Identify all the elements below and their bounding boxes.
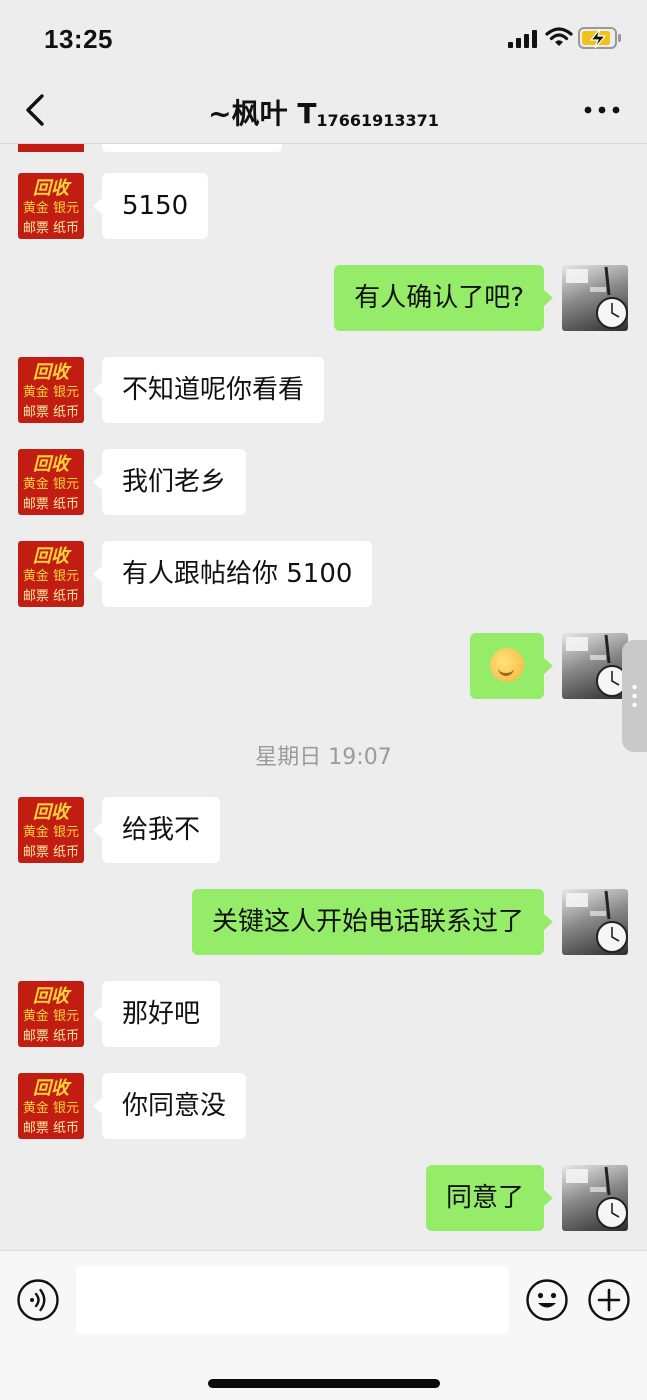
self-avatar-image [566,634,628,697]
more-icon[interactable] [582,100,622,120]
self-avatar-image [566,1166,628,1229]
avatar-text-mid: 黄金 银元 [22,477,80,492]
self-avatar[interactable] [562,265,628,331]
outgoing-message-bubble[interactable]: 有人确认了吧? [334,265,553,331]
chat-area[interactable]: 回收 黄金 银元 邮票 纸币 5150 有人确认了吧? 回收 黄金 银元 邮票 纸币 不知道呢你… [0,144,647,1250]
message-text: 有人确认了吧? [354,283,524,313]
contact-avatar[interactable]: 回收 黄金 银元 邮票 纸币 [18,357,84,423]
signal-icon [508,30,537,48]
home-indicator [208,1379,440,1388]
contact-avatar[interactable]: 回收 黄金 银元 邮票 纸币 [18,173,84,239]
battery-charging-icon [578,27,621,49]
avatar-text-bot: 邮票 纸币 [22,845,80,860]
avatar-text-mid: 黄金 银元 [22,1009,80,1024]
contact-avatar[interactable]: 回收 黄金 银元 邮票 纸币 [18,797,84,863]
incoming-message-bubble[interactable]: 你同意没 [92,1073,247,1139]
incoming-message-bubble[interactable]: 我们老乡 [92,449,247,515]
contact-avatar[interactable]: 回收 黄金 银元 邮票 纸币 [18,541,84,607]
avatar-text-bot: 邮票 纸币 [22,1121,80,1136]
avatar-text-mid: 黄金 银元 [22,825,80,840]
chat-title: ~枫叶 T17661913371 [0,92,647,132]
outgoing-message-bubble[interactable]: 关键这人开始电话联系过了 [191,889,554,955]
outgoing-message-bubble[interactable] [470,633,553,699]
avatar-text-mid: 黄金 银元 [22,1101,80,1116]
message-text: 关键这人开始电话联系过了 [211,907,524,937]
status-time: 13:25 [44,24,113,54]
chat-title-name: ~枫叶 T [208,97,317,130]
input-bar [0,1250,647,1400]
message-text: 你同意没 [122,1091,227,1121]
self-avatar-image [566,266,628,329]
message-text: 那好吧 [122,999,201,1029]
emoji-face-icon [490,647,524,682]
handle-dots-icon [632,684,637,708]
avatar-partial [18,144,84,152]
message-text: 不知道呢你看看 [122,375,305,405]
wifi-icon [545,27,573,46]
message-text: 5150 [122,191,189,221]
message-text: 同意了 [445,1183,524,1213]
avatar-text-bot: 邮票 纸币 [22,405,80,420]
chat-title-phone: 17661913371 [316,111,439,130]
time-stamp: 星期日 19:07 [255,745,392,770]
message-text: 有人跟帖给你 5100 [122,559,353,589]
contact-avatar[interactable]: 回收 黄金 银元 邮票 纸币 [18,981,84,1047]
avatar-text-bot: 邮票 纸币 [22,1029,80,1044]
self-avatar[interactable] [562,633,628,699]
side-handle[interactable] [622,640,647,752]
self-avatar[interactable] [562,1165,628,1231]
outgoing-message-bubble[interactable]: 同意了 [425,1165,554,1231]
self-avatar-image [566,890,628,953]
plus-icon[interactable] [588,1279,630,1321]
voice-icon[interactable] [17,1279,59,1321]
self-avatar[interactable] [562,889,628,955]
incoming-message-bubble[interactable]: 不知道呢你看看 [92,357,325,423]
nav-bar: ~枫叶 T17661913371 [0,78,647,144]
incoming-message-bubble[interactable]: 有人跟帖给你 5100 [92,541,373,607]
avatar-text-bot: 邮票 纸币 [22,589,80,604]
incoming-message-bubble[interactable]: 那好吧 [92,981,221,1047]
incoming-message-bubble[interactable]: 5150 [92,173,209,239]
message-input[interactable] [76,1266,509,1334]
message-text: 给我不 [122,815,201,845]
message-text: 我们老乡 [122,467,227,497]
emoji-icon[interactable] [526,1279,568,1321]
avatar-text-bot: 邮票 纸币 [22,497,80,512]
message-bubble-partial [102,144,282,152]
status-bar: 13:25 [0,0,647,78]
contact-avatar[interactable]: 回收 黄金 银元 邮票 纸币 [18,449,84,515]
avatar-text-mid: 黄金 银元 [22,385,80,400]
avatar-text-mid: 黄金 银元 [22,569,80,584]
avatar-text-bot: 邮票 纸币 [22,221,80,236]
avatar-text-mid: 黄金 银元 [22,201,80,216]
incoming-message-bubble[interactable]: 给我不 [92,797,221,863]
contact-avatar[interactable]: 回收 黄金 银元 邮票 纸币 [18,1073,84,1139]
